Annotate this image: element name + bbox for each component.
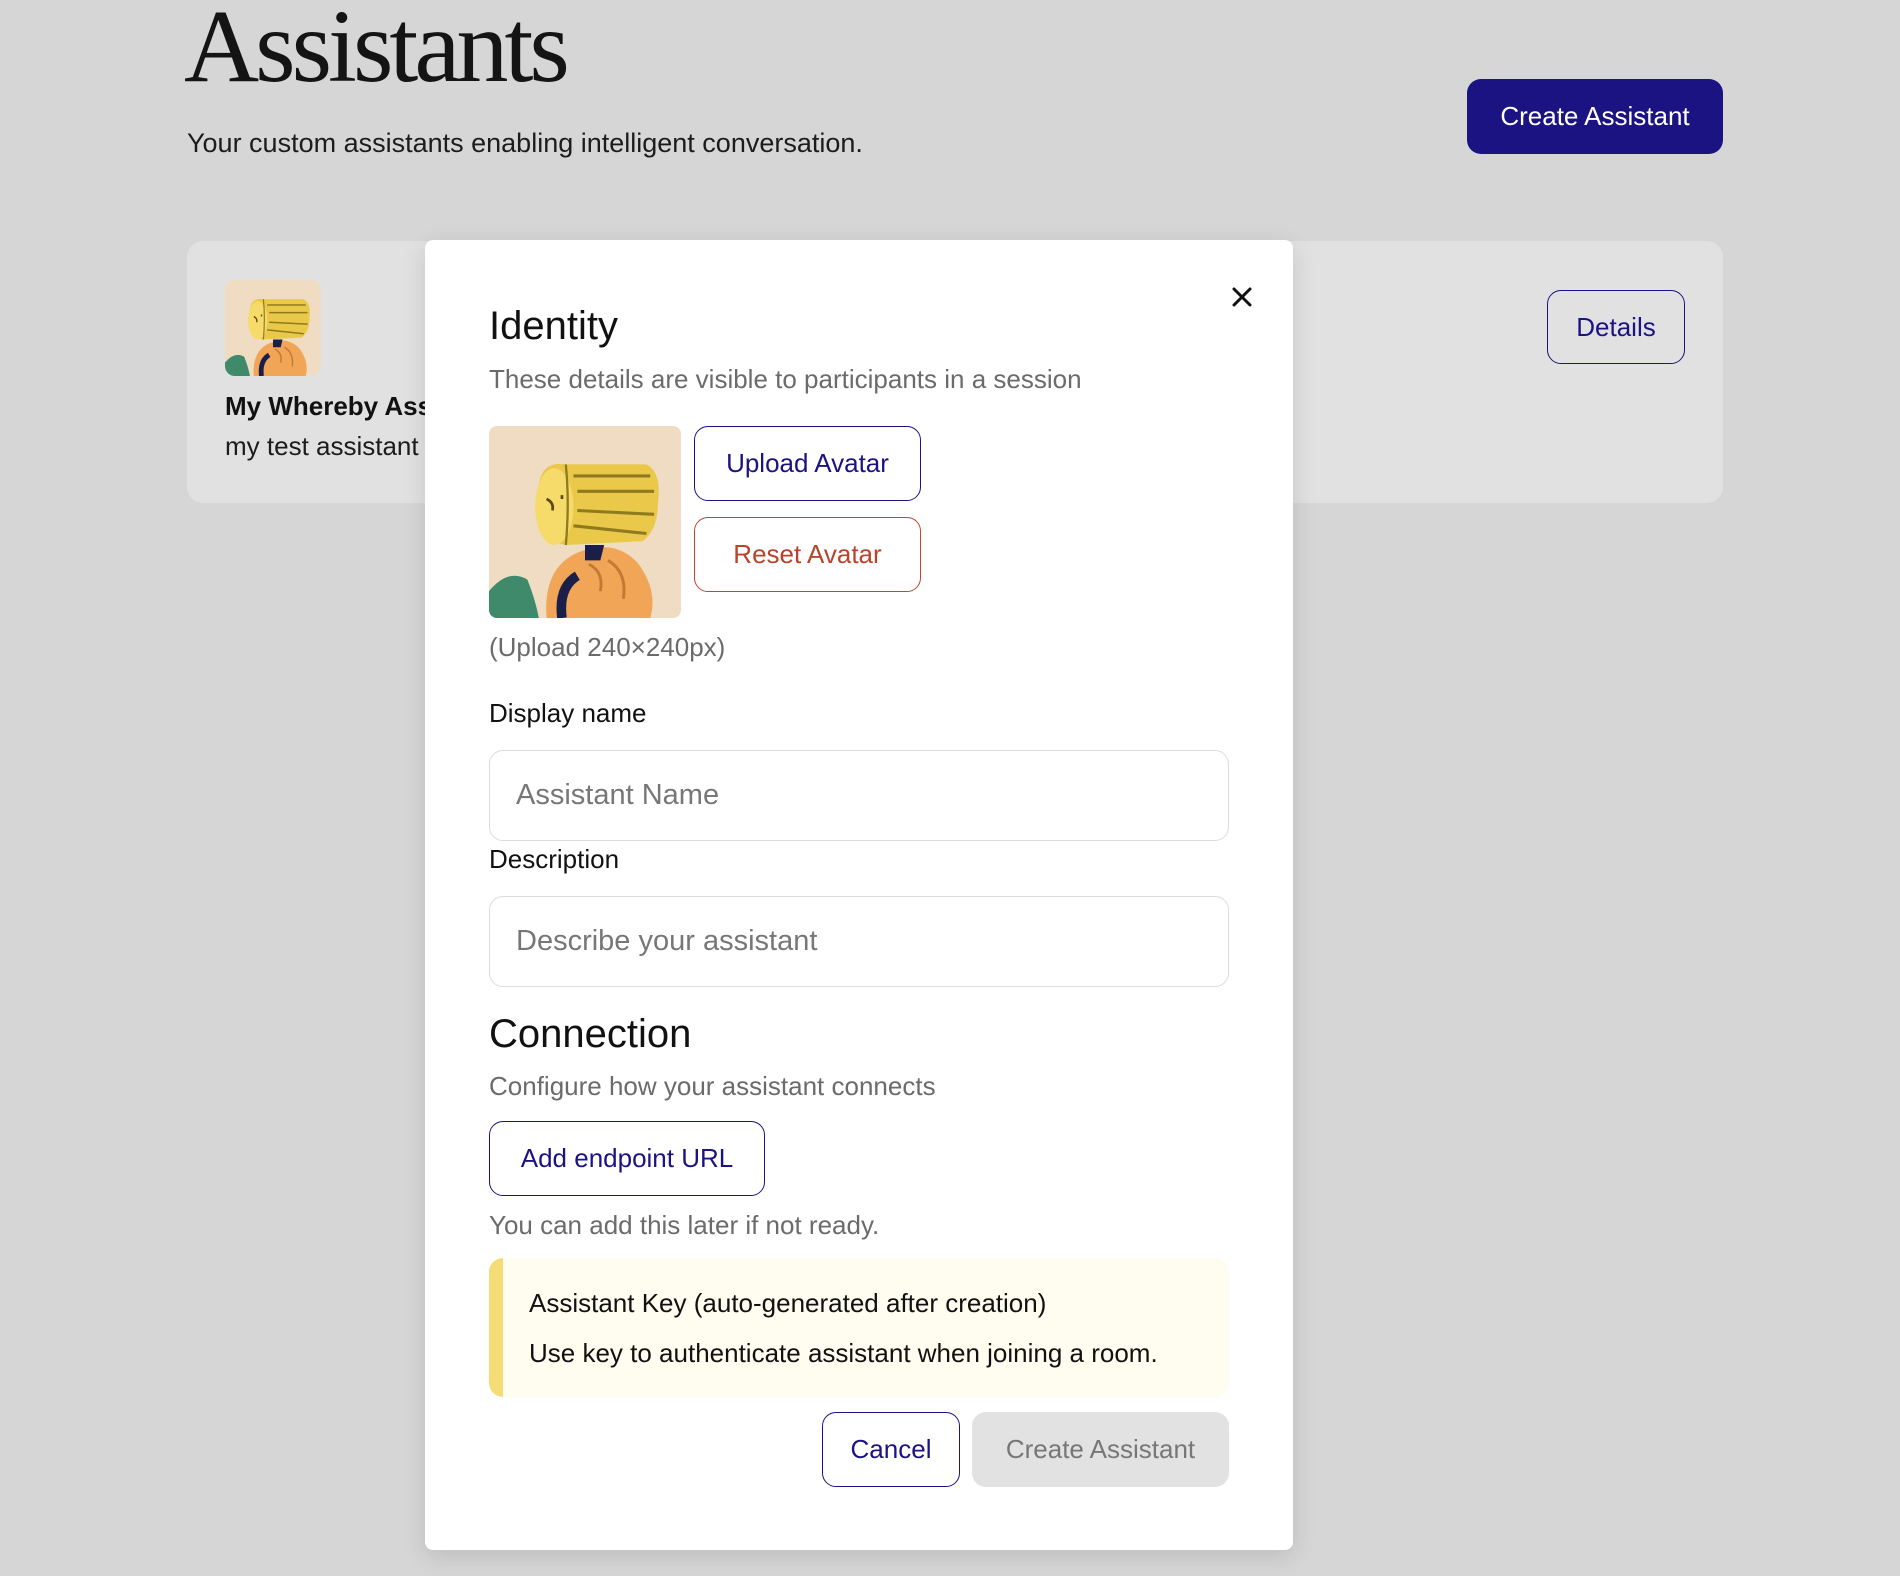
identity-subtitle: These details are visible to participant… xyxy=(489,364,1082,394)
log-head-avatar-icon xyxy=(489,426,681,618)
page-title: Assistants xyxy=(184,0,570,104)
cancel-button[interactable]: Cancel xyxy=(822,1412,960,1487)
log-head-avatar-icon xyxy=(225,280,321,376)
description-input[interactable] xyxy=(489,896,1229,987)
assistant-description: my test assistant xyxy=(225,431,419,461)
notice-accent-bar xyxy=(489,1258,503,1397)
page-subtitle: Your custom assistants enabling intellig… xyxy=(187,128,863,158)
assistant-key-notice: Assistant Key (auto-generated after crea… xyxy=(489,1258,1229,1397)
upload-size-hint: (Upload 240×240px) xyxy=(489,632,726,662)
display-name-input[interactable] xyxy=(489,750,1229,841)
connection-heading: Connection xyxy=(489,1012,692,1056)
display-name-label: Display name xyxy=(489,698,647,728)
upload-avatar-button[interactable]: Upload Avatar xyxy=(694,426,921,501)
create-assistant-dialog: Identity These details are visible to pa… xyxy=(425,240,1293,1550)
description-label: Description xyxy=(489,844,620,874)
add-endpoint-url-button[interactable]: Add endpoint URL xyxy=(489,1121,765,1196)
create-assistant-submit-button[interactable]: Create Assistant xyxy=(972,1412,1229,1487)
reset-avatar-button[interactable]: Reset Avatar xyxy=(694,517,921,592)
close-icon[interactable] xyxy=(1222,277,1262,317)
create-assistant-button[interactable]: Create Assistant xyxy=(1467,79,1723,154)
avatar-preview xyxy=(489,426,681,618)
details-button[interactable]: Details xyxy=(1547,290,1685,364)
endpoint-later-hint: You can add this later if not ready. xyxy=(489,1210,880,1240)
assistant-name: My Whereby Ass xyxy=(225,391,433,421)
assistant-key-description: Use key to authenticate assistant when j… xyxy=(529,1338,1158,1368)
identity-heading: Identity xyxy=(489,304,618,348)
connection-subtitle: Configure how your assistant connects xyxy=(489,1071,936,1101)
assistant-key-title: Assistant Key (auto-generated after crea… xyxy=(529,1288,1047,1318)
